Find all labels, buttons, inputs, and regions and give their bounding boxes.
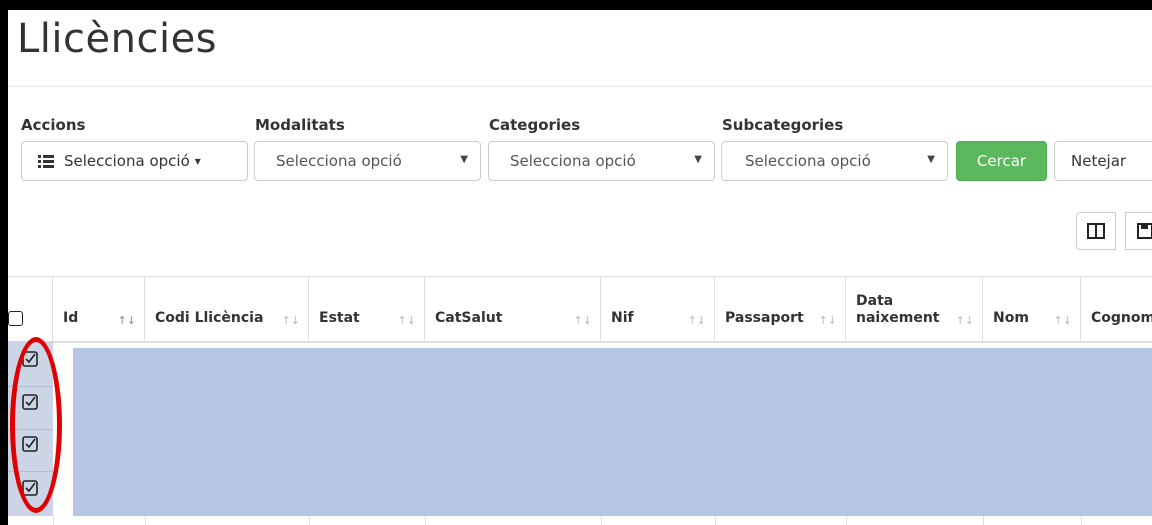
sort-icon: ↑↓ <box>818 314 837 327</box>
subcategories-select[interactable]: Selecciona opció ▼ <box>721 141 948 181</box>
sort-icon: ↑↓ <box>687 314 706 327</box>
column-header-nom[interactable]: Nom ↑↓ <box>983 277 1081 341</box>
categories-select-value: Selecciona opció <box>510 152 636 170</box>
sort-icon: ↑↓ <box>955 314 974 327</box>
sort-icon: ↑↓ <box>281 314 300 327</box>
column-header-estat[interactable]: Estat ↑↓ <box>309 277 425 341</box>
column-header-data-naixement[interactable]: Data naixement ↑↓ <box>846 277 983 341</box>
sort-icon: ↑↓ <box>573 314 592 327</box>
filter-label-subcategories: Subcategories <box>722 116 844 134</box>
column-header-id[interactable]: Id ↑↓ <box>53 277 145 341</box>
column-label: Cognom <box>1091 310 1152 326</box>
filter-label-categories: Categories <box>489 116 581 134</box>
column-header-codi-llicencia[interactable]: Codi Llicència ↑↓ <box>145 277 309 341</box>
caret-down-icon: ▾ <box>194 154 201 168</box>
select-arrow-icon: ▼ <box>927 154 935 165</box>
clear-button[interactable]: Netejar <box>1054 141 1152 181</box>
column-label: Estat <box>319 310 360 326</box>
column-label: Nom <box>993 310 1029 326</box>
filter-label-modalitats: Modalitats <box>255 116 345 134</box>
column-label: Id <box>63 310 79 326</box>
column-header-passaport[interactable]: Passaport ↑↓ <box>715 277 846 341</box>
filter-label-accions: Accions <box>21 116 86 134</box>
sort-icon: ↑↓ <box>117 314 136 327</box>
column-header-catsalut[interactable]: CatSalut ↑↓ <box>425 277 601 341</box>
column-header-cognom[interactable]: Cognom <box>1081 277 1152 341</box>
table-header: Id ↑↓ Codi Llicència ↑↓ Estat ↑↓ CatSalu… <box>8 276 1152 343</box>
save-icon <box>1137 223 1152 239</box>
title-divider <box>8 86 1152 87</box>
categories-select[interactable]: Selecciona opció ▼ <box>488 141 715 181</box>
column-label: Codi Llicència <box>155 310 264 326</box>
accions-dropdown[interactable]: Selecciona opció ▾ <box>21 141 248 181</box>
column-header-nif[interactable]: Nif ↑↓ <box>601 277 715 341</box>
export-button[interactable] <box>1125 212 1152 250</box>
page-title: Llicències <box>17 16 218 62</box>
column-label: CatSalut <box>435 310 503 326</box>
column-label: Data naixement <box>856 293 940 326</box>
highlight-oval-annotation <box>10 337 62 513</box>
search-button[interactable]: Cercar <box>956 141 1047 181</box>
redacted-selected-rows <box>73 348 1152 516</box>
accions-dropdown-value: Selecciona opció <box>64 152 190 170</box>
columns-icon <box>1087 223 1105 239</box>
column-label: Nif <box>611 310 634 326</box>
list-icon <box>38 154 54 168</box>
select-arrow-icon: ▼ <box>460 154 468 165</box>
table-body <box>8 341 1152 525</box>
sort-icon: ↑↓ <box>1053 314 1072 327</box>
modalitats-select[interactable]: Selecciona opció ▼ <box>254 141 481 181</box>
select-arrow-icon: ▼ <box>694 154 702 165</box>
sort-icon: ↑↓ <box>397 314 416 327</box>
columns-toggle-button[interactable] <box>1076 212 1116 250</box>
column-label: Passaport <box>725 310 804 326</box>
select-all-checkbox[interactable] <box>8 311 23 326</box>
subcategories-select-value: Selecciona opció <box>745 152 871 170</box>
select-all-column <box>8 277 53 341</box>
modalitats-select-value: Selecciona opció <box>276 152 402 170</box>
